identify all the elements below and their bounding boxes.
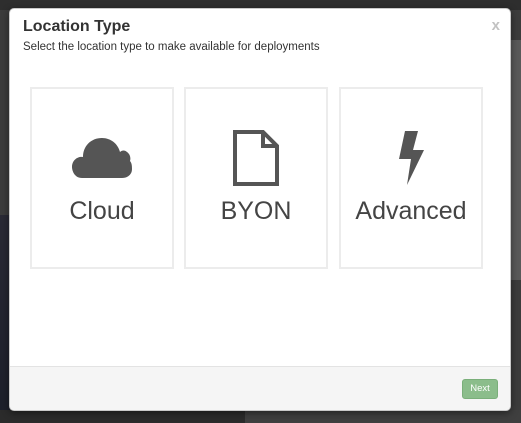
location-option-label: Cloud [69,197,135,225]
location-option-byon[interactable]: BYON [184,87,328,269]
location-option-advanced[interactable]: Advanced [339,87,483,269]
location-option-cloud[interactable]: Cloud [30,87,174,269]
backdrop-panel [510,40,521,280]
location-option-label: Advanced [355,197,467,225]
lightning-bolt-icon [341,127,481,189]
modal-subtitle: Select the location type to make availab… [23,41,320,53]
cloud-icon [32,127,172,189]
modal-header: Location Type Select the location type t… [10,9,510,69]
modal-footer: Next [10,366,510,410]
modal-title: Location Type [23,18,131,35]
next-button[interactable]: Next [462,379,498,399]
file-icon [186,127,326,189]
location-option-label: BYON [220,197,292,225]
backdrop [245,410,521,423]
location-type-modal: Location Type Select the location type t… [9,8,511,411]
close-button[interactable]: x [492,18,500,33]
